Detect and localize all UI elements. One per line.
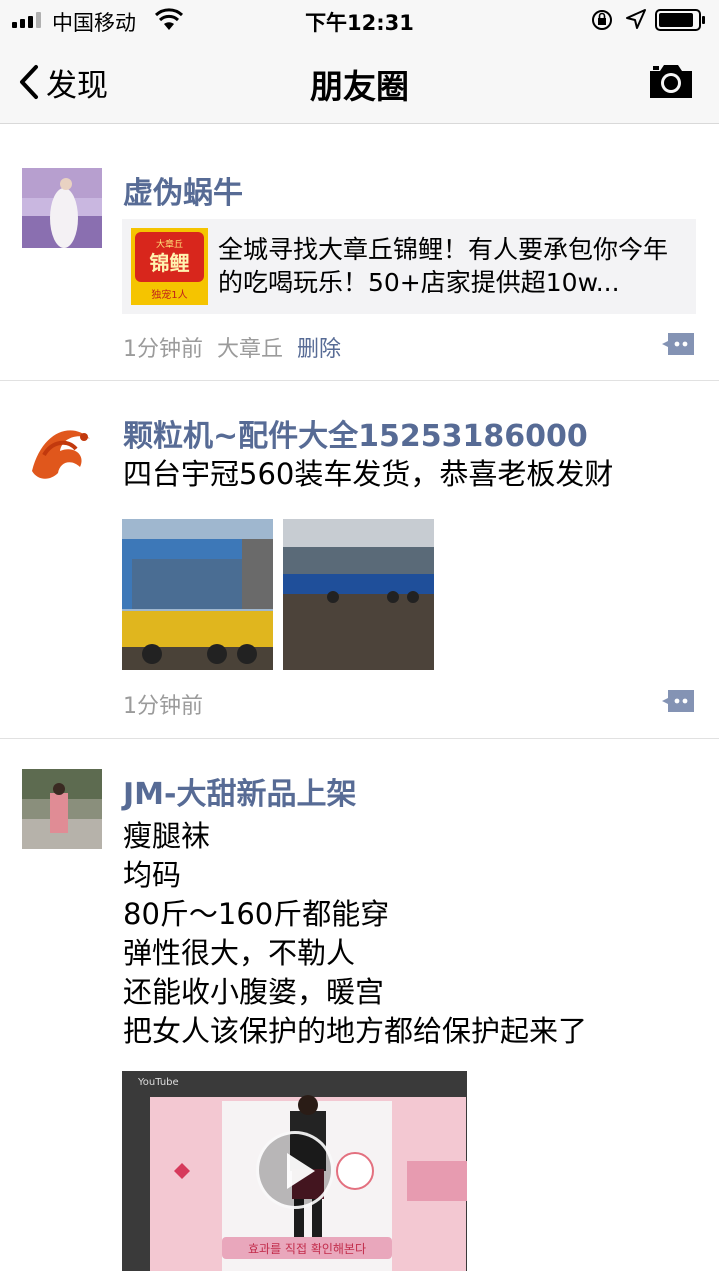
feed-post: 颗粒机~配件大全15253186000 四台宇冠560装车发货，恭喜老板发财 1… bbox=[0, 381, 719, 739]
post-text-line: 把女人该保护的地方都给保护起来了 bbox=[123, 1014, 588, 1048]
post-photo[interactable] bbox=[283, 519, 434, 670]
avatar[interactable] bbox=[22, 411, 102, 491]
post-text-line: 弹性很大，不勒人 bbox=[123, 936, 356, 970]
rotation-lock-icon bbox=[592, 10, 612, 30]
avatar[interactable] bbox=[22, 168, 102, 248]
status-bar: 中国移动 下午12:31 bbox=[0, 0, 719, 40]
comment-icon[interactable] bbox=[660, 688, 696, 714]
camera-icon[interactable] bbox=[648, 62, 694, 100]
link-card[interactable]: 大章丘 锦鲤 独宠1人 全城寻找大章丘锦鲤！有人要承包你今年的吃喝玩乐！50+店… bbox=[122, 219, 696, 314]
post-text-line: 均码 bbox=[123, 858, 182, 892]
photo-image bbox=[283, 519, 434, 670]
play-icon[interactable] bbox=[256, 1131, 334, 1209]
avatar-image bbox=[22, 168, 102, 248]
post-meta: 1分钟前 bbox=[123, 688, 217, 720]
location-arrow-icon bbox=[626, 9, 646, 29]
feed-post: JM-大甜新品上架 瘦腿袜 均码 80斤～160斤都能穿 弹性很大，不勒人 还能… bbox=[0, 739, 719, 1280]
post-author-name[interactable]: JM-大甜新品上架 bbox=[123, 769, 356, 813]
post-video[interactable]: 효과를 직접 확인해본다 YouTube bbox=[122, 1071, 467, 1271]
avatar-image bbox=[22, 769, 102, 849]
nav-bar: 发现 朋友圈 bbox=[0, 40, 719, 124]
post-text-line: 80斤～160斤都能穿 bbox=[123, 897, 390, 931]
post-text: 四台宇冠560装车发货，恭喜老板发财 bbox=[123, 457, 614, 491]
battery-icon bbox=[655, 9, 705, 31]
thumb-main-text: 锦鲤 bbox=[150, 251, 190, 275]
avatar-image bbox=[22, 411, 102, 491]
link-title: 全城寻找大章丘锦鲤！有人要承包你今年的吃喝玩乐！50+店家提供超10w... bbox=[218, 235, 669, 297]
top-bar: 中国移动 下午12:31 发现 朋友圈 bbox=[0, 0, 719, 124]
post-meta: 1分钟前 大章丘 删除 bbox=[123, 331, 355, 363]
post-time: 1分钟前 bbox=[123, 337, 203, 362]
post-author-name[interactable]: 虚伪蜗牛 bbox=[123, 168, 243, 212]
post-text-line: 瘦腿袜 bbox=[123, 819, 211, 853]
comment-icon[interactable] bbox=[660, 331, 696, 357]
photo-image bbox=[122, 519, 273, 670]
post-time: 1分钟前 bbox=[123, 694, 203, 719]
link-thumbnail: 大章丘 锦鲤 独宠1人 bbox=[131, 228, 208, 305]
avatar[interactable] bbox=[22, 769, 102, 849]
page-title: 朋友圈 bbox=[310, 67, 409, 106]
post-photo[interactable] bbox=[122, 519, 273, 670]
thumb-bottom-text: 独宠1人 bbox=[151, 288, 187, 301]
post-text-line: 还能收小腹婆，暖宫 bbox=[123, 975, 385, 1009]
feed-post: 虚伪蜗牛 大章丘 锦鲤 独宠1人 全城寻找大章丘锦鲤！有人要承包你今年的吃喝玩乐… bbox=[0, 138, 719, 381]
thumb-top-text: 大章丘 bbox=[156, 238, 183, 250]
post-location[interactable]: 大章丘 bbox=[217, 337, 283, 362]
post-author-name[interactable]: 颗粒机~配件大全15253186000 bbox=[123, 411, 588, 455]
delete-link[interactable]: 删除 bbox=[297, 337, 341, 362]
video-caption: 효과를 직접 확인해본다 bbox=[248, 1242, 366, 1256]
video-source-label: YouTube bbox=[138, 1077, 179, 1088]
moments-feed: 虚伪蜗牛 大章丘 锦鲤 独宠1人 全城寻找大章丘锦鲤！有人要承包你今年的吃喝玩乐… bbox=[0, 138, 719, 1280]
